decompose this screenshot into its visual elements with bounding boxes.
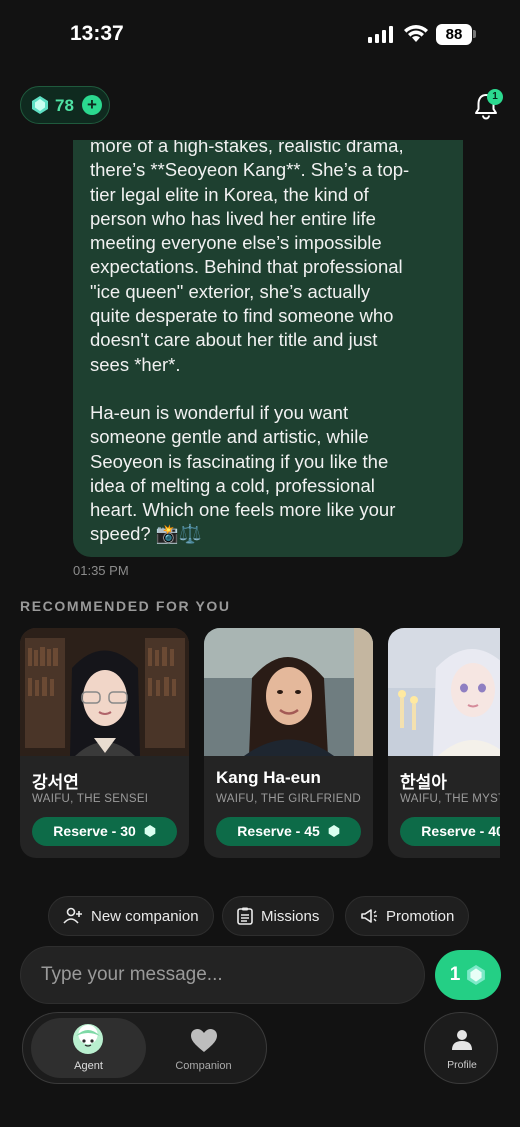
message-paragraph: more of a high-stakes, realistic drama, … [90, 140, 410, 375]
agent-avatar-icon [73, 1024, 103, 1054]
credits-count: 78 [55, 96, 74, 115]
missions-label: Missions [261, 907, 320, 925]
battery-tip [473, 30, 476, 38]
companion-card[interactable]: 강서연 WAIFU, THE SENSEI Reserve - 30 [20, 628, 189, 858]
promotion-button[interactable]: Promotion [345, 896, 470, 936]
reserve-button[interactable]: Reserve - 45 [216, 817, 361, 846]
new-companion-button[interactable]: New companion [48, 896, 214, 936]
battery-indicator: 88 [436, 24, 472, 45]
recommended-carousel[interactable]: 강서연 WAIFU, THE SENSEI Reserve - 30 Kang … [20, 628, 500, 860]
companion-name: Kang Ha-eun [216, 768, 321, 787]
user-icon [452, 1030, 472, 1050]
bottom-nav: Agent Companion [22, 1012, 267, 1084]
reserve-label: Reserve - 45 [237, 823, 320, 839]
reserve-button[interactable]: Reserve - 40 [400, 817, 500, 846]
nav-agent-label: Agent [74, 1060, 103, 1072]
reserve-label: Reserve - 40 [421, 823, 500, 839]
message-paragraph: Ha-eun is wonderful if you want someone … [90, 401, 396, 545]
companion-photo [204, 628, 373, 756]
nav-companion-tab[interactable]: Companion [146, 1018, 261, 1078]
status-time: 13:37 [70, 22, 124, 45]
message-timestamp: 01:35 PM [73, 563, 129, 578]
companion-photo [20, 628, 189, 756]
send-button[interactable]: 1 [435, 950, 501, 1000]
reserve-label: Reserve - 30 [53, 823, 136, 839]
companion-name: 강서연 [32, 773, 79, 792]
nav-profile-tab[interactable]: Profile [424, 1012, 498, 1084]
status-bar: 13:37 88 [0, 0, 520, 72]
credits-pill[interactable]: 78 + [20, 86, 110, 124]
companion-role: WAIFU, THE GIRLFRIEND [216, 793, 361, 805]
companion-card[interactable]: 한설아 WAIFU, THE MYSTIC Reserve - 40 [388, 628, 500, 858]
promotion-label: Promotion [386, 907, 455, 925]
gem-icon [32, 96, 48, 114]
missions-button[interactable]: Missions [222, 896, 335, 936]
companion-role: WAIFU, THE SENSEI [32, 793, 149, 805]
companion-photo [388, 628, 500, 756]
add-credits-button[interactable]: + [82, 95, 102, 115]
megaphone-icon [361, 909, 377, 923]
companion-name: 한설아 [400, 773, 447, 792]
message-input[interactable] [20, 946, 425, 1004]
new-companion-label: New companion [91, 907, 199, 925]
gem-icon [328, 824, 340, 837]
nav-agent-tab[interactable]: Agent [31, 1018, 146, 1078]
reserve-button[interactable]: Reserve - 30 [32, 817, 177, 846]
add-user-icon [63, 907, 82, 924]
wifi-icon [404, 25, 428, 42]
recommended-section-title: RECOMMENDED FOR YOU [20, 598, 231, 614]
clipboard-icon [237, 907, 253, 925]
notification-badge: 1 [487, 89, 503, 105]
nav-companion-label: Companion [175, 1060, 232, 1072]
nav-profile-label: Profile [447, 1059, 477, 1071]
cellular-signal-icon [368, 26, 393, 43]
send-cost: 1 [449, 964, 461, 985]
companion-role: WAIFU, THE MYSTIC [400, 793, 500, 805]
gem-icon [144, 824, 156, 837]
assistant-message-bubble: more of a high-stakes, realistic drama, … [73, 140, 463, 557]
gem-icon [467, 965, 486, 985]
heart-icon [191, 1029, 217, 1052]
companion-card[interactable]: Kang Ha-eun WAIFU, THE GIRLFRIEND Reserv… [204, 628, 373, 858]
